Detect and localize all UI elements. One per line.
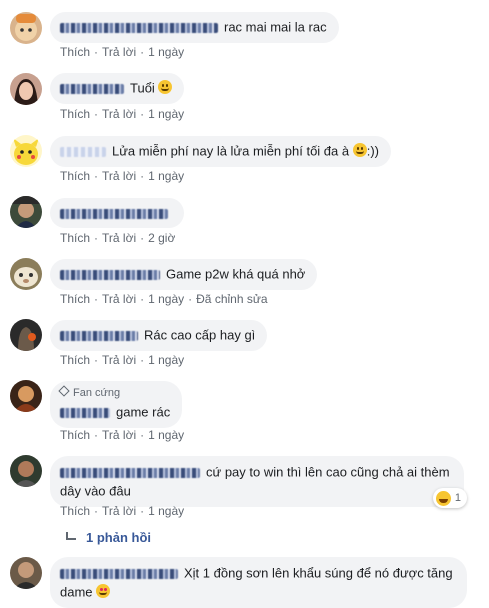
reply-button[interactable]: Trả lời: [102, 169, 136, 183]
comment-bubble: Xịt 1 đồng sơn lên khẩu súng để nó được …: [50, 557, 467, 608]
reply-button[interactable]: Trả lời: [102, 45, 136, 59]
reply-button[interactable]: Trả lời: [102, 353, 136, 367]
like-button[interactable]: Thích: [60, 292, 90, 306]
commenter-name[interactable]: [60, 83, 124, 94]
reply-arrow-icon: [66, 532, 76, 540]
avatar[interactable]: [10, 455, 42, 487]
timestamp[interactable]: 2 giờ: [148, 231, 175, 245]
reply-button[interactable]: Trả lời: [102, 231, 136, 245]
avatar[interactable]: [10, 196, 42, 228]
comment-text: Xịt 1 đồng sơn lên khẩu súng để nó được …: [184, 565, 453, 581]
haha-reaction-icon: [435, 490, 451, 506]
commenter-name[interactable]: [60, 467, 200, 478]
like-button[interactable]: Thích: [60, 504, 90, 518]
avatar[interactable]: [10, 135, 42, 167]
comment-text: Rác cao cấp hay gì: [144, 327, 256, 343]
comment-text: Tuổi: [130, 80, 155, 96]
commenter-name[interactable]: [60, 269, 160, 280]
comment-bubble: Game p2w khá quá nhở: [50, 259, 318, 290]
timestamp[interactable]: 1 ngày: [148, 428, 184, 442]
reply-button[interactable]: Trả lời: [102, 428, 136, 442]
commenter-name[interactable]: [60, 146, 106, 157]
avatar[interactable]: [10, 73, 42, 105]
comment-bubble: Rác cao cấp hay gì: [50, 320, 268, 351]
like-button[interactable]: Thích: [60, 45, 90, 59]
like-button[interactable]: Thích: [60, 169, 90, 183]
comment-text-suffix: :)): [366, 143, 380, 159]
commenter-name[interactable]: [60, 407, 110, 418]
comment-actions: Thích · Trả lời · 1 ngày: [60, 504, 185, 518]
reply-button[interactable]: Trả lời: [102, 292, 136, 306]
avatar[interactable]: [10, 557, 42, 589]
comment-text: cứ pay to win thì lên cao cũng chả ai th…: [206, 464, 450, 480]
edited-label[interactable]: Đã chỉnh sửa: [196, 292, 267, 306]
comment-actions: Thích · Trả lời · 2 giờ: [60, 231, 176, 245]
like-button[interactable]: Thích: [60, 428, 90, 442]
reaction-count: 1: [454, 492, 461, 504]
comment-text-line2: dame: [60, 584, 93, 600]
comment-actions: Thích · Trả lời · 1 ngày: [60, 169, 185, 183]
comment-actions: Thích · Trả lời · 1 ngày · Đã chỉnh sửa: [60, 292, 268, 306]
comment-text-line2: dây vào đâu: [60, 483, 131, 499]
timestamp[interactable]: 1 ngày: [148, 107, 184, 121]
like-button[interactable]: Thích: [60, 231, 90, 245]
comment-bubble: Fan cứng game rác: [50, 381, 183, 428]
smile-emoji-icon: [158, 80, 173, 94]
avatar[interactable]: [10, 258, 42, 290]
comment-bubble: [50, 198, 184, 228]
timestamp[interactable]: 1 ngày: [148, 292, 184, 306]
commenter-name[interactable]: [60, 22, 218, 33]
reply-button[interactable]: Trả lời: [102, 504, 136, 518]
diamond-icon: [58, 385, 70, 397]
reaction-summary[interactable]: 1: [432, 488, 467, 508]
avatar[interactable]: [10, 380, 42, 412]
fan-badge-label: Fan cứng: [73, 387, 121, 399]
comment-actions: Thích · Trả lời · 1 ngày: [60, 428, 185, 442]
smile-emoji-icon: [352, 143, 367, 157]
timestamp[interactable]: 1 ngày: [148, 353, 184, 367]
timestamp[interactable]: 1 ngày: [148, 169, 184, 183]
like-button[interactable]: Thích: [60, 107, 90, 121]
comment-actions: Thích · Trả lời · 1 ngày: [60, 107, 185, 121]
comment-bubble: Tuổi: [50, 73, 185, 104]
comment-bubble: Lửa miễn phí nay là lửa miễn phí tối đa …: [50, 136, 392, 167]
replies-count-label: 1 phản hồi: [86, 530, 151, 545]
reply-button[interactable]: Trả lời: [102, 107, 136, 121]
comment-text: game rác: [116, 404, 171, 420]
fan-badge[interactable]: Fan cứng: [58, 385, 170, 401]
comment-actions: Thích · Trả lời · 1 ngày: [60, 45, 185, 59]
comment-text: Game p2w khá quá nhở: [166, 266, 306, 282]
commenter-name[interactable]: [60, 208, 168, 219]
like-button[interactable]: Thích: [60, 353, 90, 367]
comment-bubble: cứ pay to win thì lên cao cũng chả ai th…: [50, 456, 464, 508]
comment-text: Lửa miễn phí nay là lửa miễn phí tối đa …: [112, 143, 350, 159]
heart-eyes-emoji-icon: [96, 583, 111, 598]
commenter-name[interactable]: [60, 568, 178, 579]
comment-text: rac mai mai la rac: [224, 19, 327, 35]
commenter-name[interactable]: [60, 330, 138, 341]
comment-bubble: rac mai mai la rac: [50, 12, 339, 43]
comment-actions: Thích · Trả lời · 1 ngày: [60, 353, 185, 367]
avatar[interactable]: [10, 12, 42, 44]
avatar[interactable]: [10, 319, 42, 351]
timestamp[interactable]: 1 ngày: [148, 45, 184, 59]
view-replies-link[interactable]: 1 phản hồi: [66, 530, 151, 545]
timestamp[interactable]: 1 ngày: [148, 504, 184, 518]
